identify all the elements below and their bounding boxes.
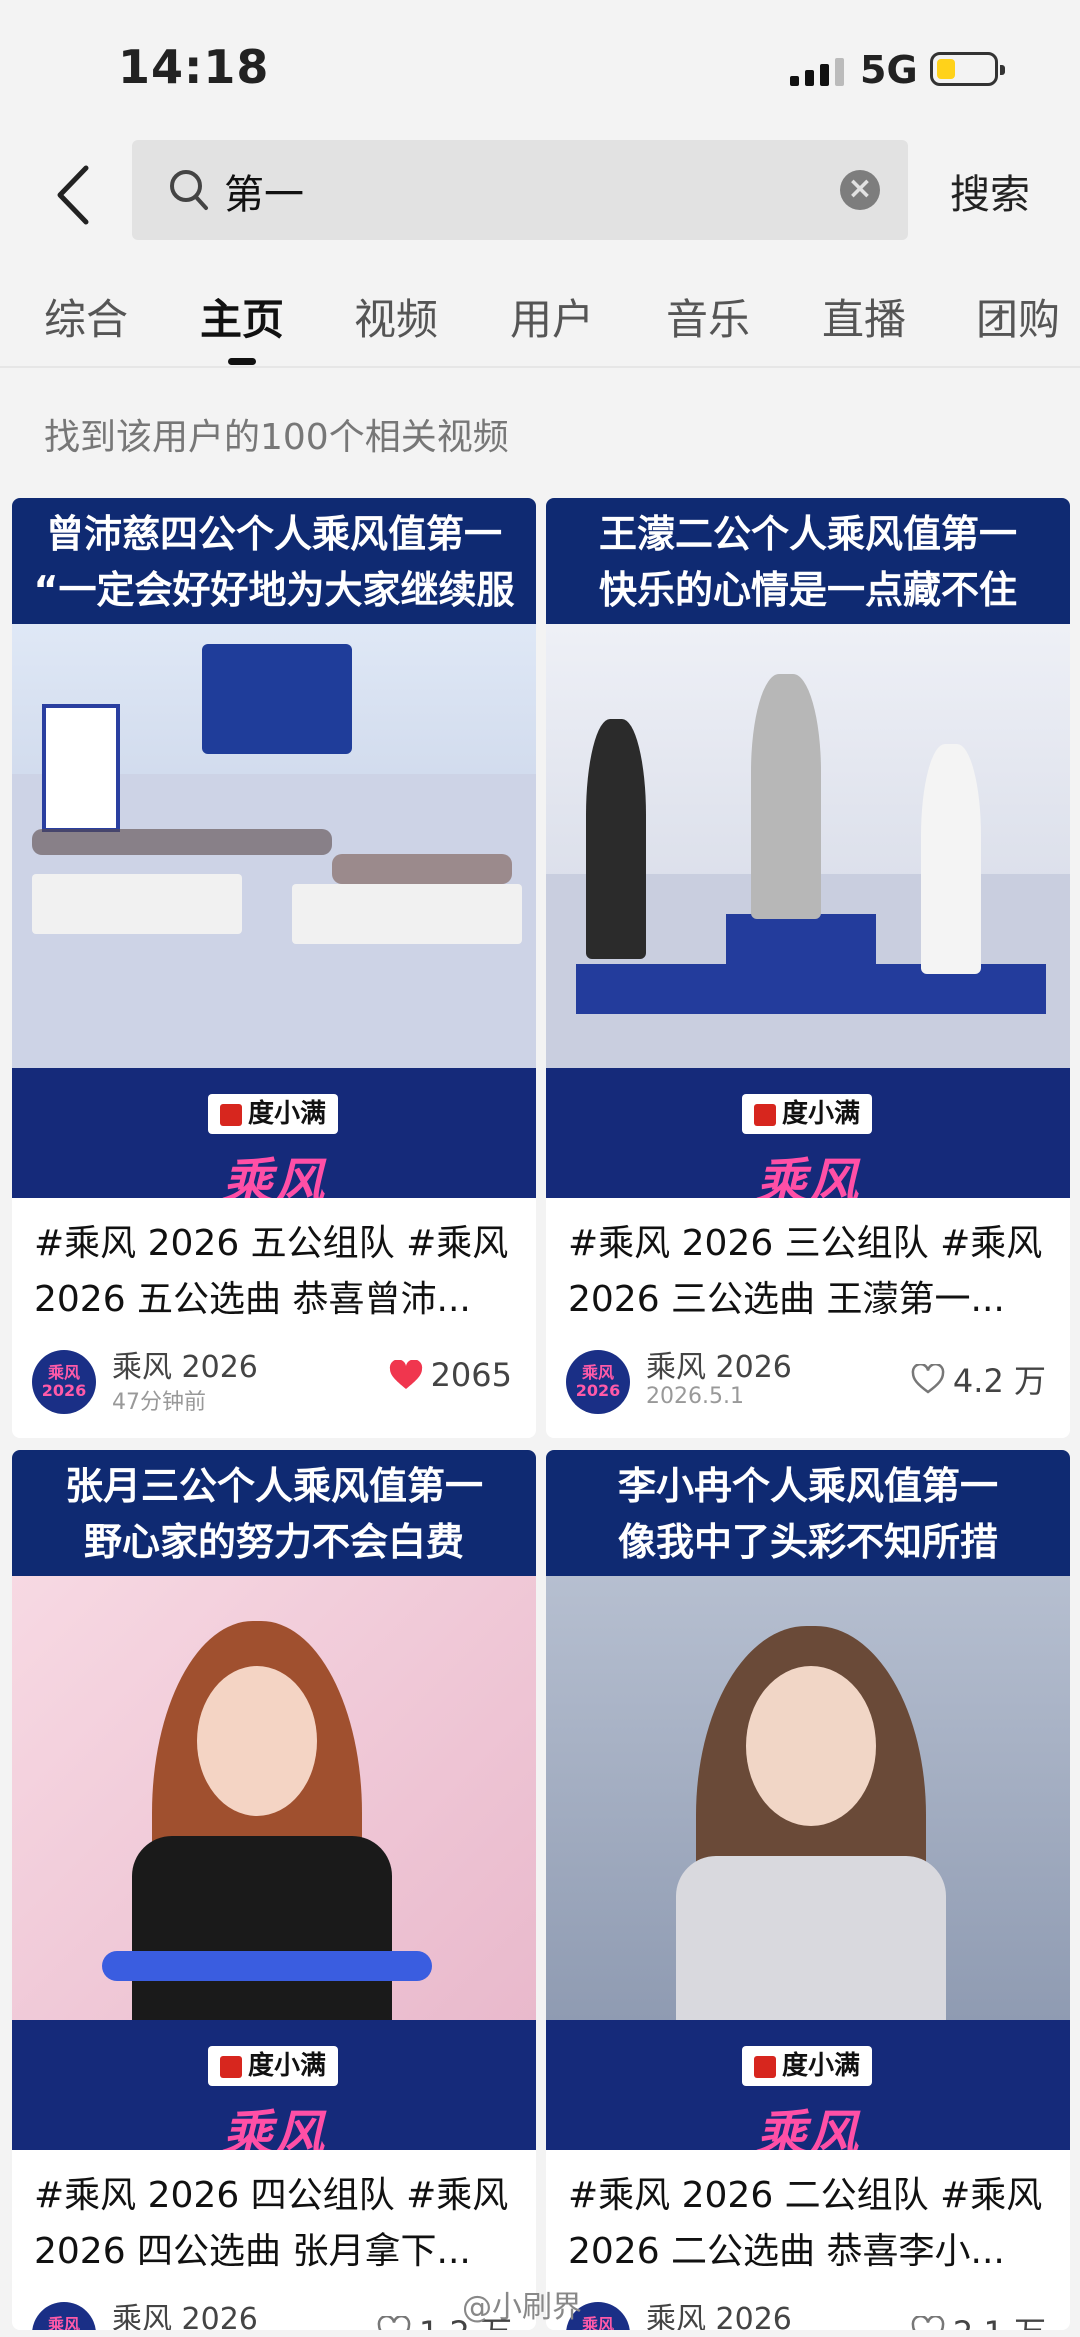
tab-用户[interactable]: 用户 <box>510 286 594 347</box>
sponsor-banner: 度小满 乘风 <box>546 1068 1070 1198</box>
sponsor-logo: 度小满 <box>742 2046 873 2086</box>
caption-line: 像我中了头彩不知所措 <box>617 1520 998 1564</box>
video-card[interactable]: 曾沛慈四公个人乘风值第一 “一定会好好地为大家继续服务” 度小满 乘风 #乘风 … <box>12 498 536 1438</box>
video-caption: 王濛二公个人乘风值第一 快乐的心情是一点藏不住 <box>546 498 1070 624</box>
search-button[interactable]: 搜索 <box>950 162 1030 220</box>
video-title[interactable]: #乘风 2026 五公组队 #乘风 2026 五公选曲 恭喜曾沛... <box>34 1216 514 1328</box>
author-name[interactable]: 乘风 2026 <box>646 2294 792 2330</box>
tab-视频[interactable]: 视频 <box>354 286 438 347</box>
video-scene <box>546 1576 1070 2020</box>
back-icon[interactable] <box>52 160 112 230</box>
sponsor-banner: 度小满 乘风 <box>12 2020 536 2150</box>
caption-line: 李小冉个人乘风值第一 <box>617 1464 998 1508</box>
avatar[interactable]: 乘风 2026 <box>32 2302 96 2330</box>
video-title[interactable]: #乘风 2026 二公组队 #乘风 2026 二公选曲 恭喜李小... <box>568 2168 1048 2280</box>
video-scene <box>12 624 536 1068</box>
video-caption: 曾沛慈四公个人乘风值第一 “一定会好好地为大家继续服务” <box>12 498 536 668</box>
video-title[interactable]: #乘风 2026 三公组队 #乘风 2026 三公选曲 王濛第一... <box>568 1216 1048 1328</box>
video-thumbnail[interactable]: 王濛二公个人乘风值第一 快乐的心情是一点藏不住 度小满 乘风 <box>546 498 1070 1198</box>
heart-outline-icon <box>377 2316 411 2330</box>
tab-综合[interactable]: 综合 <box>44 286 128 347</box>
video-thumbnail[interactable]: 曾沛慈四公个人乘风值第一 “一定会好好地为大家继续服务” 度小满 乘风 <box>12 498 536 1198</box>
like-count[interactable]: 2065 <box>389 1356 512 1394</box>
tab-团购[interactable]: 团购 <box>976 286 1060 347</box>
video-meta: 乘风 2026 乘风 2026 47分钟前 2065 <box>12 1328 536 1438</box>
search-header: 第一 × 搜索 <box>0 140 1080 250</box>
sponsor-banner: 度小满 乘风 <box>12 1068 536 1198</box>
video-card[interactable]: 张月三公个人乘风值第一 野心家的努力不会白费 度小满 乘风 #乘风 2026 四… <box>12 1450 536 2330</box>
post-time: 47分钟前 <box>112 1390 206 1415</box>
search-icon <box>168 168 210 216</box>
video-caption: 张月三公个人乘风值第一 野心家的努力不会白费 <box>12 1450 536 1576</box>
caption-line: 曾沛慈四公个人乘风值第一 <box>45 512 502 556</box>
result-count: 找到该用户的100个相关视频 <box>44 417 509 458</box>
like-count[interactable]: 2.1 万 <box>911 2308 1046 2330</box>
heart-filled-icon <box>389 1360 422 1389</box>
video-title[interactable]: #乘风 2026 四公组队 #乘风 2026 四公选曲 张月拿下... <box>34 2168 514 2280</box>
network-label: 5G <box>860 48 918 92</box>
video-meta: 乘风 2026 乘风 2026 1.2 万 <box>12 2280 536 2330</box>
show-logo: 乘风 <box>756 2105 860 2150</box>
clear-icon[interactable]: × <box>840 170 880 210</box>
search-query: 第一 <box>224 172 304 218</box>
tab-音乐[interactable]: 音乐 <box>666 286 750 347</box>
video-caption: 李小冉个人乘风值第一 像我中了头彩不知所措 <box>546 1450 1070 1576</box>
status-bar: 14:18 5G <box>0 0 1080 140</box>
tab-bar: 综合 主页 视频 用户 音乐 直播 团购 <box>0 268 1080 368</box>
author-name[interactable]: 乘风 2026 <box>112 2294 258 2330</box>
sponsor-banner: 度小满 乘风 <box>546 2020 1070 2150</box>
heart-outline-icon <box>911 1364 945 1394</box>
video-scene <box>12 1576 536 2021</box>
active-tab-indicator <box>228 358 256 365</box>
watermark: @小刷界 <box>462 2290 582 2325</box>
video-card[interactable]: 李小冉个人乘风值第一 像我中了头彩不知所措 度小满 乘风 #乘风 2026 二公… <box>546 1450 1070 2330</box>
avatar[interactable]: 乘风 2026 <box>566 1350 630 1414</box>
tab-直播[interactable]: 直播 <box>822 286 906 347</box>
video-scene <box>546 624 1070 1068</box>
video-card[interactable]: 王濛二公个人乘风值第一 快乐的心情是一点藏不住 度小满 乘风 #乘风 2026 … <box>546 498 1070 1438</box>
sponsor-logo: 度小满 <box>208 2046 339 2086</box>
video-thumbnail[interactable]: 李小冉个人乘风值第一 像我中了头彩不知所措 度小满 乘风 <box>546 1450 1070 2150</box>
show-logo: 乘风 <box>756 1153 860 1198</box>
tab-主页[interactable]: 主页 <box>200 286 284 347</box>
sponsor-logo: 度小满 <box>208 1094 339 1134</box>
video-meta: 乘风 2026 乘风 2026 2.1 万 <box>546 2280 1070 2330</box>
heart-outline-icon <box>911 2316 945 2330</box>
video-thumbnail[interactable]: 张月三公个人乘风值第一 野心家的努力不会白费 度小满 乘风 <box>12 1450 536 2150</box>
show-logo: 乘风 <box>222 1153 326 1198</box>
show-logo: 乘风 <box>222 2105 326 2150</box>
author-name[interactable]: 乘风 2026 <box>646 1342 792 1386</box>
video-meta: 乘风 2026 乘风 2026 2026.5.1 4.2 万 <box>546 1328 1070 1438</box>
search-input[interactable]: 第一 × <box>132 140 908 240</box>
signal-icon <box>790 58 844 86</box>
caption-line: 快乐的心情是一点藏不住 <box>598 568 1017 612</box>
sponsor-logo: 度小满 <box>742 1094 873 1134</box>
post-time: 2026.5.1 <box>646 1384 744 1409</box>
like-count[interactable]: 4.2 万 <box>911 1356 1046 1402</box>
avatar[interactable]: 乘风 2026 <box>32 1350 96 1414</box>
caption-line: 野心家的努力不会白费 <box>83 1520 464 1564</box>
status-time: 14:18 <box>118 40 270 94</box>
caption-line: 张月三公个人乘风值第一 <box>64 1464 483 1508</box>
caption-line: 王濛二公个人乘风值第一 <box>598 512 1017 556</box>
divider <box>0 366 1080 368</box>
battery-icon <box>930 52 1005 86</box>
author-name[interactable]: 乘风 2026 <box>112 1342 258 1386</box>
